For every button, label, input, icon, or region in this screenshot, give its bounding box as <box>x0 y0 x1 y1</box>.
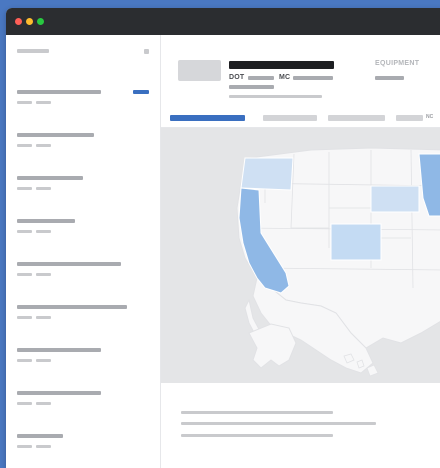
dot-number-placeholder <box>248 76 274 80</box>
sidebar-item-title <box>17 391 101 395</box>
app-window: DOT MC EQUIPMENT NC <box>6 8 440 468</box>
sidebar-item-meta <box>36 445 51 448</box>
title-bar <box>6 8 440 35</box>
tab[interactable] <box>328 115 385 121</box>
sidebar-item-meta <box>17 101 32 104</box>
mc-label: MC <box>279 74 291 81</box>
map-southdakota-highlight <box>370 185 420 213</box>
sidebar-item[interactable] <box>6 219 160 261</box>
sidebar-item-title <box>17 176 83 180</box>
minimize-button[interactable] <box>26 18 33 25</box>
sidebar-item[interactable] <box>6 391 160 433</box>
carrier-meta-placeholder <box>229 85 274 89</box>
tab[interactable] <box>263 115 317 121</box>
equipment-value-placeholder <box>375 76 404 80</box>
footer-text-placeholder <box>181 411 333 414</box>
sidebar-item[interactable] <box>6 348 160 390</box>
map-svg <box>236 147 440 377</box>
sidebar-item[interactable] <box>6 176 160 218</box>
sidebar-item-meta <box>36 187 51 190</box>
sidebar-item-meta <box>17 359 32 362</box>
footer-text-placeholder <box>181 422 376 425</box>
sidebar-item[interactable] <box>6 262 160 304</box>
sidebar-item[interactable] <box>6 133 160 175</box>
sidebar-item-meta <box>36 273 51 276</box>
maximize-button[interactable] <box>37 18 44 25</box>
sidebar-item-meta <box>36 144 51 147</box>
sidebar-item-meta <box>36 230 51 233</box>
sidebar-item-title <box>17 348 101 352</box>
sidebar <box>6 35 161 468</box>
dot-label: DOT <box>229 74 245 81</box>
sidebar-item-meta <box>36 359 51 362</box>
sidebar-item-meta <box>17 402 32 405</box>
us-map[interactable] <box>161 128 440 383</box>
map-alaska <box>248 323 297 369</box>
footer-text-placeholder <box>181 434 333 437</box>
sidebar-item-title <box>17 434 63 438</box>
sidebar-item-meta <box>17 230 32 233</box>
sidebar-menu-icon[interactable] <box>144 49 149 54</box>
equipment-title: EQUIPMENT <box>375 60 420 67</box>
sidebar-item-meta <box>17 273 32 276</box>
carrier-address-placeholder <box>229 95 322 98</box>
sidebar-item-meta <box>36 101 51 104</box>
map-oregon-highlight <box>240 157 294 191</box>
sidebar-item-meta <box>17 144 32 147</box>
carrier-thumbnail <box>178 60 221 81</box>
sidebar-item-meta <box>17 187 32 190</box>
sidebar-item-title <box>17 262 121 266</box>
sidebar-item-badge <box>133 90 149 94</box>
tab[interactable] <box>396 115 423 121</box>
sidebar-item-title <box>17 133 94 137</box>
details-footer <box>161 383 440 468</box>
tab-bar: NC <box>161 110 440 128</box>
main-panel: DOT MC EQUIPMENT NC <box>161 35 440 468</box>
mc-number-placeholder <box>293 76 333 80</box>
sidebar-item[interactable] <box>6 90 160 132</box>
sidebar-item-meta <box>17 316 32 319</box>
sidebar-item-title <box>17 90 101 94</box>
map-colorado-highlight <box>330 223 382 261</box>
sidebar-item-title <box>17 219 75 223</box>
close-button[interactable] <box>15 18 22 25</box>
sidebar-item-meta <box>36 402 51 405</box>
sidebar-item-meta <box>36 316 51 319</box>
sidebar-item[interactable] <box>6 434 160 468</box>
sidebar-header-placeholder <box>17 49 49 53</box>
tab-active[interactable] <box>170 115 245 121</box>
sidebar-item-title <box>17 305 127 309</box>
sidebar-item[interactable] <box>6 305 160 347</box>
carrier-name-redacted <box>229 61 334 69</box>
sidebar-item-meta <box>17 445 32 448</box>
tab-truncated-label[interactable]: NC <box>426 114 433 120</box>
